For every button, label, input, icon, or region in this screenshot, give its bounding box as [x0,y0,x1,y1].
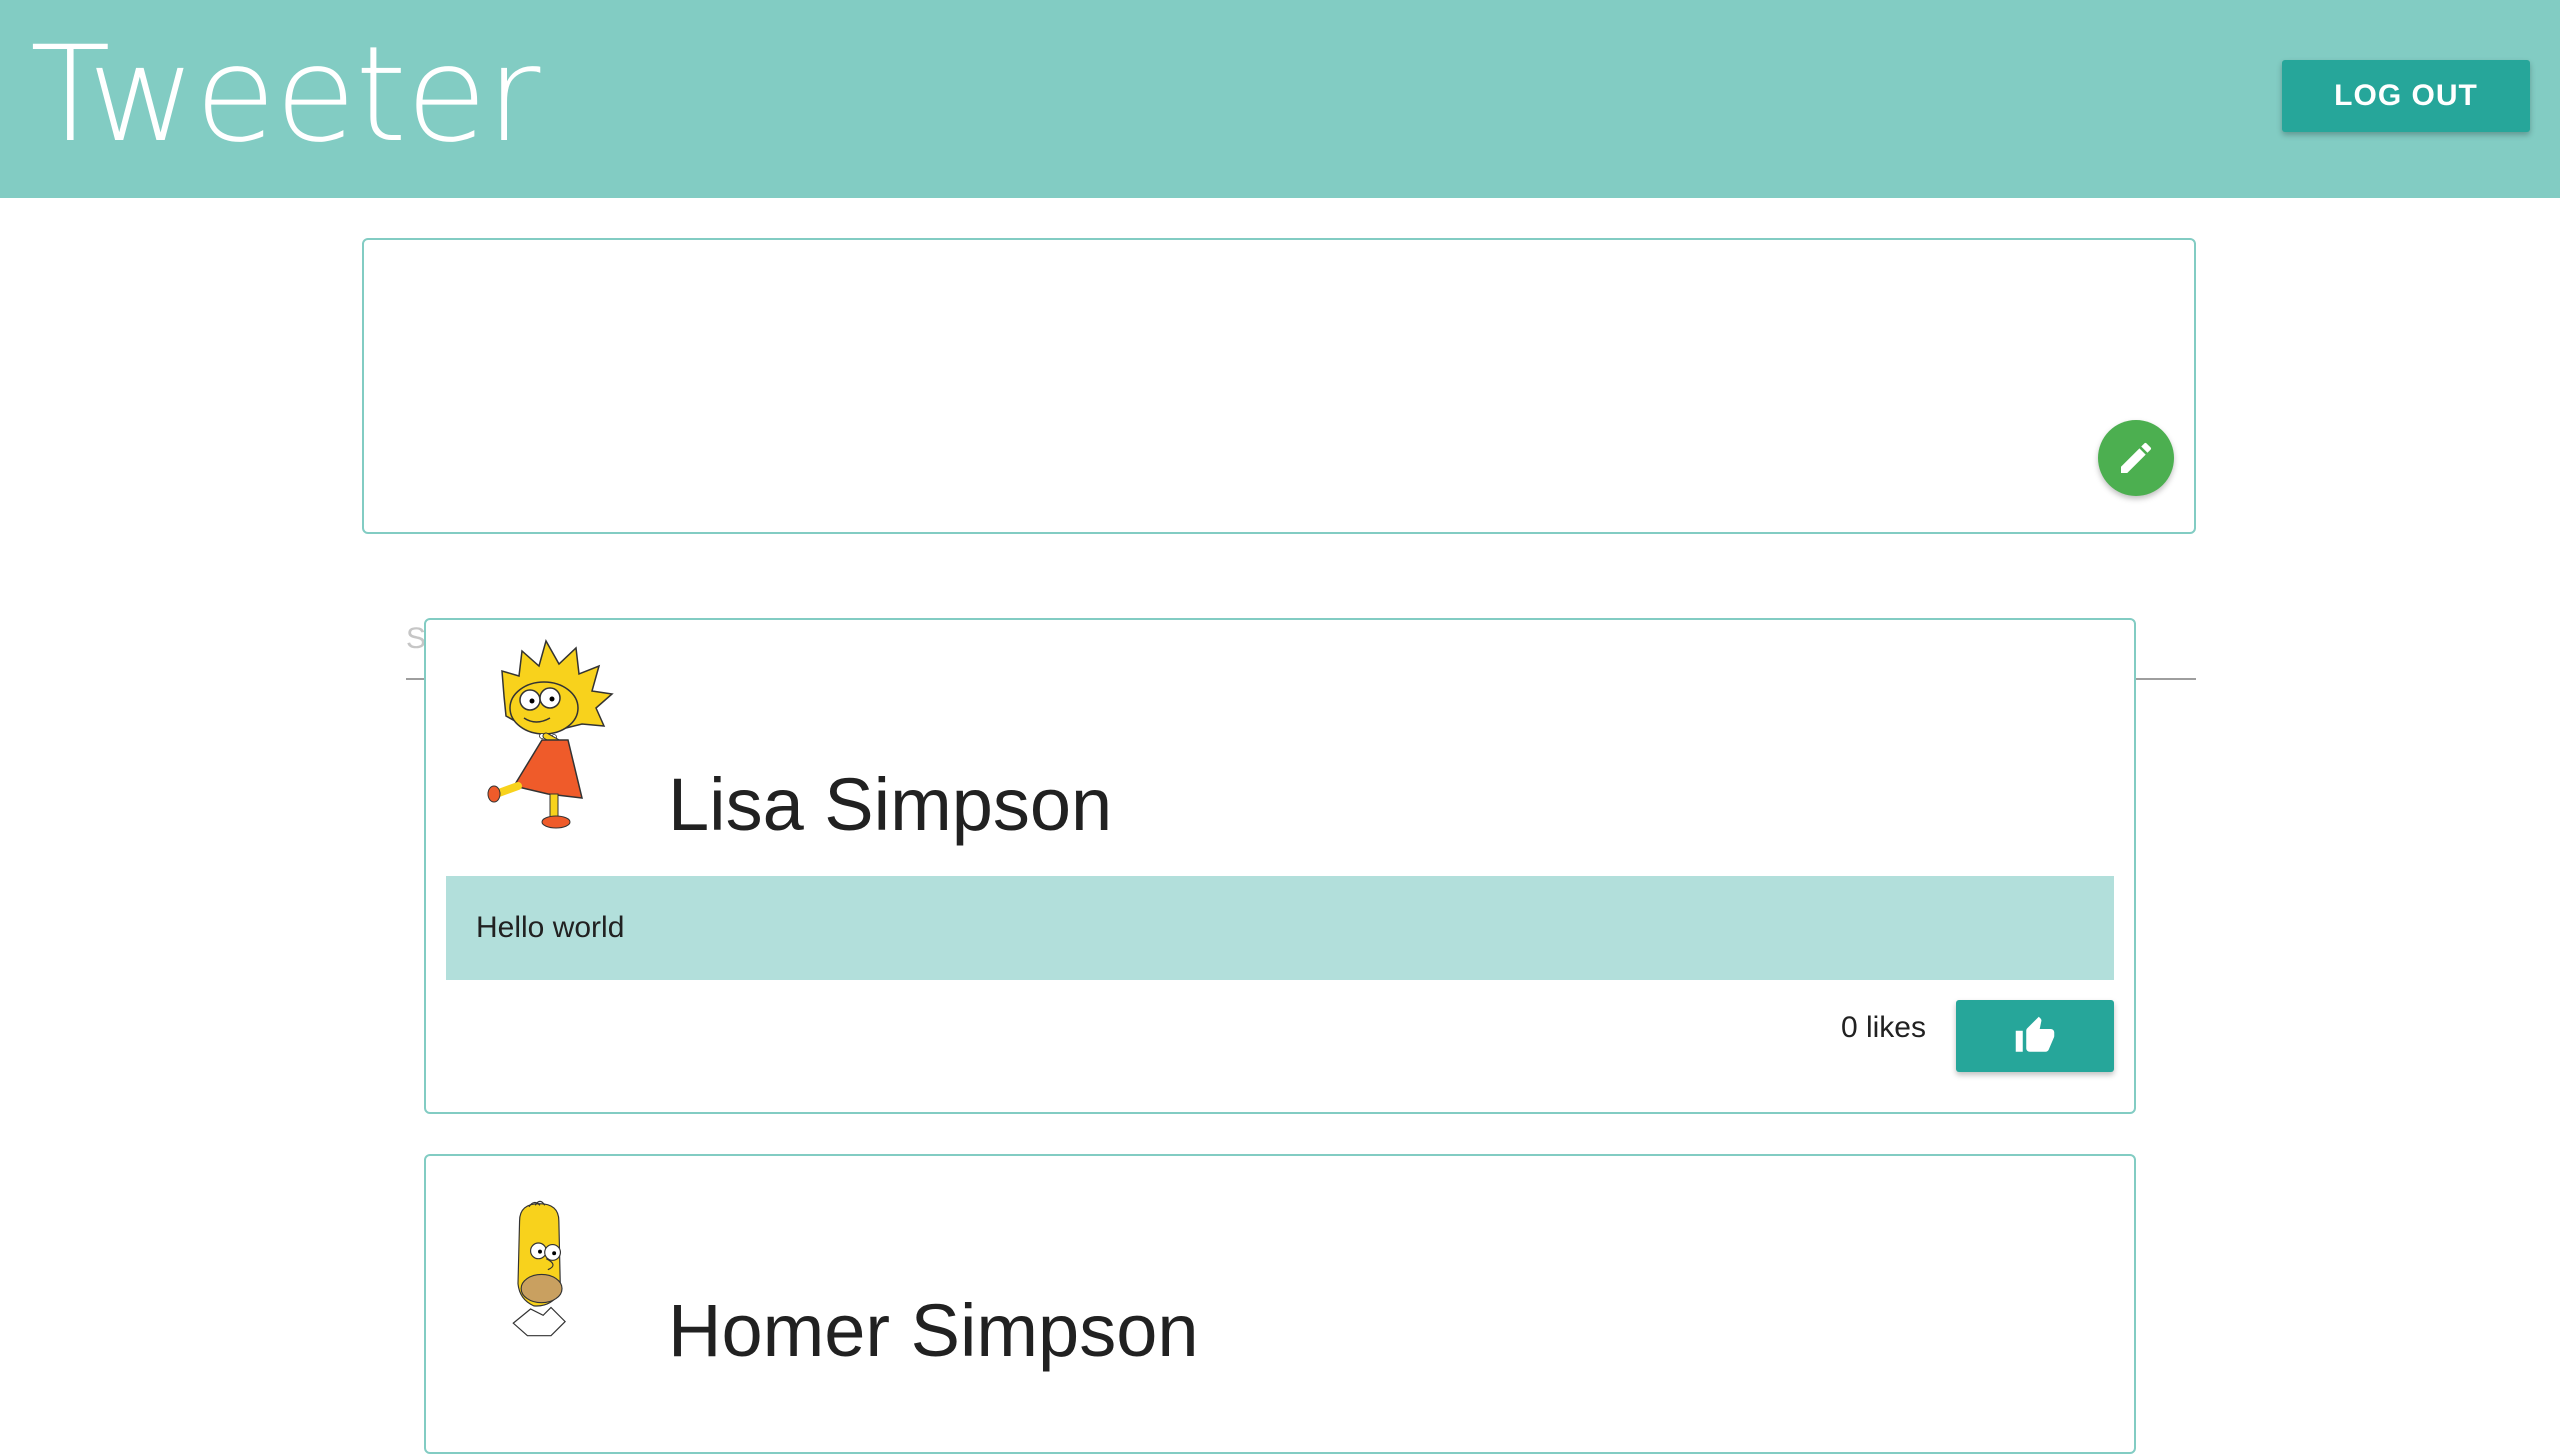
tweet-card: Lisa Simpson Hello world 0 likes [424,618,2136,1114]
likes-count: 0 likes [1840,1011,1926,1044]
author-name: Homer Simpson [668,1289,1199,1372]
tweet-card: Homer Simpson [424,1154,2136,1454]
like-button[interactable] [1956,1000,2114,1072]
author-name: Lisa Simpson [668,763,1113,846]
app-title: Tweeter [30,18,540,172]
lisa-simpson-avatar [487,639,614,829]
tweet-composer [362,238,2196,534]
post-tweet-button[interactable] [2098,420,2174,496]
app-bar: Tweeter LOG OUT [0,0,2560,198]
thumbs-up-icon [2015,1016,2055,1052]
tweet-body: Hello world [446,876,2114,980]
logout-button[interactable]: LOG OUT [2282,60,2530,132]
homer-simpson-avatar [512,1200,566,1337]
pencil-icon [2121,442,2152,473]
